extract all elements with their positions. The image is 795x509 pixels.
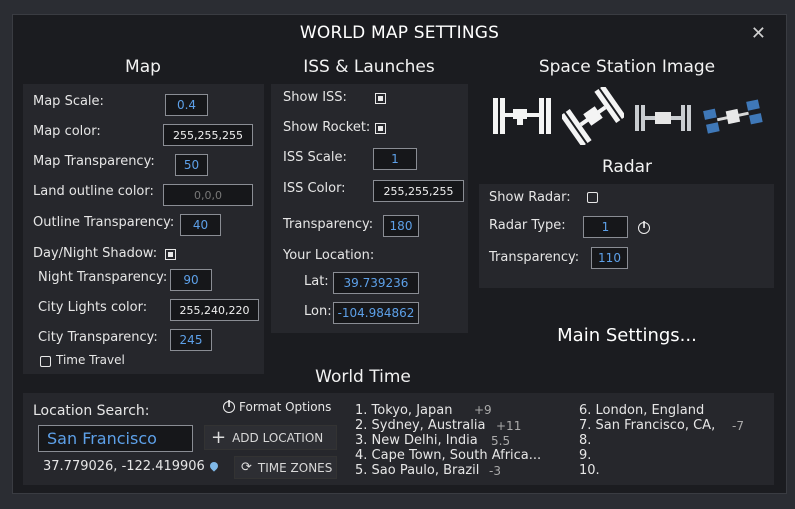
show-iss-checkbox[interactable] bbox=[375, 93, 386, 104]
lon-label: Lon: bbox=[304, 304, 332, 319]
window-title: WORLD MAP SETTINGS bbox=[299, 23, 500, 43]
list-item-offset: +9 bbox=[474, 403, 492, 417]
list-item[interactable]: 9. bbox=[579, 448, 591, 463]
lon-input[interactable]: -104.984862 bbox=[333, 302, 419, 324]
outline-transparency-label: Outline Transparency: bbox=[33, 215, 175, 230]
list-item[interactable]: 3. New Delhi, India bbox=[355, 433, 478, 448]
map-color-input[interactable]: 255,255,255 bbox=[163, 124, 253, 146]
night-transparency-label: Night Transparency: bbox=[38, 270, 168, 285]
iss-color-input[interactable]: 255,255,255 bbox=[373, 180, 464, 202]
info-icon[interactable] bbox=[638, 221, 650, 234]
list-item[interactable]: 1. Tokyo, Japan bbox=[355, 403, 452, 418]
map-panel: Map Scale: 0.4 Map color: 255,255,255 Ma… bbox=[23, 84, 264, 374]
iss-image-option-2[interactable] bbox=[559, 84, 627, 148]
your-location-label: Your Location: bbox=[283, 248, 375, 263]
iss-image-option-4[interactable] bbox=[701, 97, 765, 137]
world-time-heading: World Time bbox=[315, 367, 411, 387]
lat-input[interactable]: 39.739236 bbox=[333, 272, 419, 294]
map-scale-input[interactable]: 0.4 bbox=[165, 94, 208, 116]
list-item-offset: -7 bbox=[732, 419, 744, 433]
map-transparency-label: Map Transparency: bbox=[33, 154, 155, 169]
iss-color-label: ISS Color: bbox=[283, 181, 346, 196]
iss-image-option-1[interactable] bbox=[491, 95, 553, 137]
list-item[interactable]: 10. bbox=[579, 463, 600, 478]
show-radar-checkbox[interactable] bbox=[587, 192, 598, 203]
show-radar-label: Show Radar: bbox=[489, 190, 571, 205]
radar-type-label: Radar Type: bbox=[489, 218, 566, 233]
info-icon bbox=[223, 400, 235, 413]
radar-type-input[interactable]: 1 bbox=[583, 216, 628, 238]
list-item[interactable]: 2. Sydney, Australia bbox=[355, 418, 485, 433]
radar-transparency-input[interactable]: 110 bbox=[591, 247, 628, 269]
iss-heading: ISS & Launches bbox=[303, 57, 435, 77]
list-item-offset: +11 bbox=[496, 419, 522, 433]
radar-panel: Show Radar: Radar Type: 1 Transparency: … bbox=[479, 184, 774, 288]
iss-scale-input[interactable]: 1 bbox=[373, 148, 417, 170]
land-outline-input[interactable]: 0,0,0 bbox=[163, 184, 253, 206]
add-location-label: ADD LOCATION bbox=[232, 430, 324, 445]
format-options-button[interactable]: Format Options bbox=[223, 400, 331, 414]
time-zones-button[interactable]: ⟳ TIME ZONES bbox=[234, 456, 337, 479]
iss-panel: Show ISS: Show Rocket: ISS Scale: 1 ISS … bbox=[271, 84, 468, 333]
map-heading: Map bbox=[125, 57, 161, 77]
city-transparency-label: City Transparency: bbox=[38, 330, 158, 345]
add-location-button[interactable]: + ADD LOCATION bbox=[204, 425, 337, 450]
show-rocket-label: Show Rocket: bbox=[283, 120, 371, 135]
radar-transparency-label: Transparency: bbox=[489, 250, 580, 265]
land-outline-label: Land outline color: bbox=[33, 184, 154, 199]
coordinates-readout: 37.779026, -122.419906 bbox=[43, 459, 220, 474]
list-item[interactable]: 5. Sao Paulo, Brazil bbox=[355, 463, 479, 478]
time-zones-label: TIME ZONES bbox=[257, 460, 333, 475]
plus-icon: + bbox=[211, 426, 227, 448]
night-transparency-input[interactable]: 90 bbox=[170, 269, 212, 291]
time-travel-checkbox[interactable] bbox=[40, 356, 51, 367]
coords-text: 37.779026, -122.419906 bbox=[43, 459, 205, 474]
show-rocket-checkbox[interactable] bbox=[375, 123, 386, 134]
world-time-panel: Location Search: Format Options San Fran… bbox=[23, 393, 774, 485]
city-lights-input[interactable]: 255,240,220 bbox=[170, 299, 259, 321]
iss-transparency-input[interactable]: 180 bbox=[383, 215, 419, 237]
day-night-checkbox[interactable] bbox=[165, 249, 176, 260]
lat-label: Lat: bbox=[304, 274, 329, 289]
list-item[interactable]: 8. bbox=[579, 433, 591, 448]
space-station-heading: Space Station Image bbox=[538, 57, 716, 77]
world-map-settings-window: WORLD MAP SETTINGS ✕ Map Map Scale: 0.4 … bbox=[12, 14, 787, 494]
city-transparency-input[interactable]: 245 bbox=[170, 329, 212, 351]
list-item[interactable]: 4. Cape Town, South Africa... bbox=[355, 448, 541, 463]
radar-heading: Radar bbox=[601, 157, 653, 177]
city-lights-label: City Lights color: bbox=[38, 300, 148, 315]
outline-transparency-input[interactable]: 40 bbox=[180, 214, 221, 236]
list-item[interactable]: 6. London, England bbox=[579, 403, 704, 418]
format-options-label: Format Options bbox=[239, 400, 332, 414]
list-item-offset: 5.5 bbox=[491, 434, 511, 448]
location-pin-icon bbox=[208, 460, 220, 472]
refresh-icon: ⟳ bbox=[241, 460, 252, 475]
map-color-label: Map color: bbox=[33, 124, 101, 139]
iss-transparency-label: Transparency: bbox=[283, 217, 374, 232]
day-night-label: Day/Night Shadow: bbox=[33, 246, 158, 261]
close-icon[interactable]: ✕ bbox=[751, 23, 766, 44]
time-travel-label: Time Travel bbox=[56, 353, 125, 367]
map-scale-label: Map Scale: bbox=[33, 94, 104, 109]
list-item[interactable]: 7. San Francisco, CA, bbox=[579, 418, 715, 433]
iss-image-option-3[interactable] bbox=[633, 101, 693, 135]
main-settings-link[interactable]: Main Settings... bbox=[479, 325, 775, 346]
show-iss-label: Show ISS: bbox=[283, 90, 347, 105]
list-item-offset: -3 bbox=[489, 464, 501, 478]
map-transparency-input[interactable]: 50 bbox=[175, 154, 208, 176]
location-search-input[interactable]: San Francisco bbox=[38, 425, 193, 452]
iss-scale-label: ISS Scale: bbox=[283, 150, 347, 165]
location-search-label: Location Search: bbox=[33, 403, 150, 419]
